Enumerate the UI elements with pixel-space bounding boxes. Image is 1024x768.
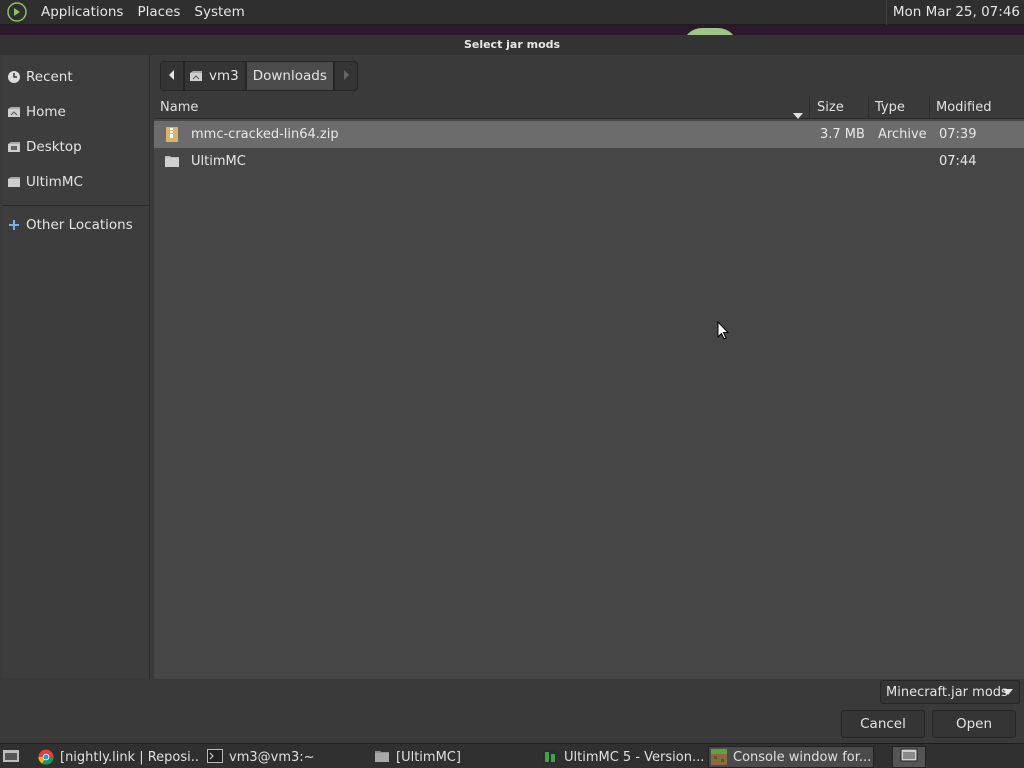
ultimmc-icon: [542, 749, 558, 765]
file-modified: 07:39: [939, 127, 977, 142]
recent-icon: [6, 69, 22, 85]
taskbar-item-terminal[interactable]: vm3@vm3:~: [207, 746, 367, 768]
taskbar-item-label: vm3@vm3:~: [229, 749, 315, 765]
desktop-icon: [6, 139, 22, 155]
sidebar-item-label: UltimMC: [26, 174, 83, 190]
file-row[interactable]: mmc-cracked-lin64.zip 3.7 MB Archive 07:…: [154, 121, 1024, 148]
sidebar-item-desktop[interactable]: Desktop: [2, 133, 150, 161]
file-filter-label: Minecraft.jar mods: [886, 684, 1008, 700]
show-desktop-button[interactable]: [2, 746, 22, 768]
taskbar-item-ultimmc[interactable]: UltimMC 5 - Version...: [542, 746, 704, 768]
taskbar-item-label: Console window for...: [733, 749, 872, 765]
sidebar-item-home[interactable]: Home: [2, 98, 150, 126]
taskbar-item-label: [nightly.link | Reposi...: [60, 749, 200, 765]
terminal-icon: [207, 749, 223, 765]
mint-logo-icon[interactable]: [6, 1, 28, 23]
path-segment-label: Downloads: [252, 68, 327, 84]
column-header-type[interactable]: Type: [869, 97, 930, 119]
path-segment-downloads[interactable]: Downloads: [245, 61, 334, 91]
file-list-header: Name Size Type Modified: [154, 97, 1024, 119]
bottom-taskbar: [nightly.link | Reposi... vm3@vm3:~ [Ult…: [0, 743, 1024, 768]
show-desktop-icon: [2, 747, 20, 767]
file-row[interactable]: UltimMC 07:44: [154, 148, 1024, 175]
path-back-button[interactable]: [160, 61, 184, 91]
chevron-down-icon: [1003, 689, 1013, 695]
minecraft-icon: [711, 749, 727, 765]
chrome-icon: [38, 749, 54, 765]
folder-icon: [374, 749, 390, 765]
file-name: mmc-cracked-lin64.zip: [191, 127, 339, 142]
dialog-title: Select jar mods: [0, 35, 1024, 55]
home-icon: [189, 70, 203, 82]
plus-icon: [6, 217, 22, 233]
file-chooser-dialog: Select jar mods Recent Home Desktop Ulti…: [0, 35, 1024, 743]
sidebar-item-label: Desktop: [26, 139, 82, 155]
home-icon: [6, 104, 22, 120]
taskbar-item-label: [UltimMC]: [396, 749, 461, 765]
column-header-modified[interactable]: Modified: [930, 97, 1024, 119]
desktop-background: [0, 25, 1024, 35]
chevron-left-icon: [168, 68, 176, 84]
taskbar-item-chrome[interactable]: [nightly.link | Reposi...: [38, 746, 200, 768]
taskbar-item-console[interactable]: Console window for...: [708, 746, 874, 768]
menu-places[interactable]: Places: [130, 0, 187, 25]
sidebar-separator: [2, 205, 150, 206]
sidebar-item-ultimmc[interactable]: UltimMC: [2, 168, 150, 196]
path-segment-label: vm3: [209, 68, 239, 84]
file-type: Archive: [878, 127, 927, 142]
folder-icon: [164, 154, 180, 169]
workspace-icon: [900, 748, 918, 766]
menu-system[interactable]: System: [187, 0, 251, 25]
column-header-size[interactable]: Size: [811, 97, 869, 119]
file-list[interactable]: Name Size Type Modified mmc-cracked-lin6…: [154, 97, 1024, 679]
column-header-label: Name: [160, 100, 199, 115]
path-bar: vm3 Downloads: [160, 61, 358, 91]
path-forward-button[interactable]: [333, 61, 358, 91]
chevron-right-icon: [342, 68, 350, 84]
column-header-name[interactable]: Name: [154, 97, 810, 119]
sidebar-item-label: Home: [26, 104, 66, 120]
menu-applications[interactable]: Applications: [34, 0, 130, 25]
places-sidebar: Recent Home Desktop UltimMC Other Locati…: [2, 55, 150, 679]
file-modified: 07:44: [939, 154, 977, 169]
clock[interactable]: Mon Mar 25, 07:46: [885, 0, 1020, 25]
taskbar-item-label: UltimMC 5 - Version...: [564, 749, 704, 765]
file-name: UltimMC: [191, 154, 246, 169]
cancel-button[interactable]: Cancel: [841, 710, 925, 738]
sidebar-item-label: Other Locations: [26, 217, 133, 233]
file-size: 3.7 MB: [820, 127, 865, 142]
taskbar-item-files[interactable]: [UltimMC]: [374, 746, 534, 768]
sidebar-item-label: Recent: [26, 69, 73, 85]
mouse-cursor-icon: [717, 320, 730, 341]
sidebar-item-recent[interactable]: Recent: [2, 63, 150, 91]
folder-icon: [6, 174, 22, 190]
sidebar-item-other-locations[interactable]: Other Locations: [2, 211, 150, 239]
file-filter-dropdown[interactable]: Minecraft.jar mods: [880, 680, 1020, 704]
archive-icon: [164, 127, 180, 142]
workspace-switcher[interactable]: [892, 746, 926, 768]
path-segment-vm3[interactable]: vm3: [184, 61, 246, 91]
top-panel: Applications Places System Mon Mar 25, 0…: [0, 0, 1024, 25]
open-button[interactable]: Open: [932, 710, 1016, 738]
